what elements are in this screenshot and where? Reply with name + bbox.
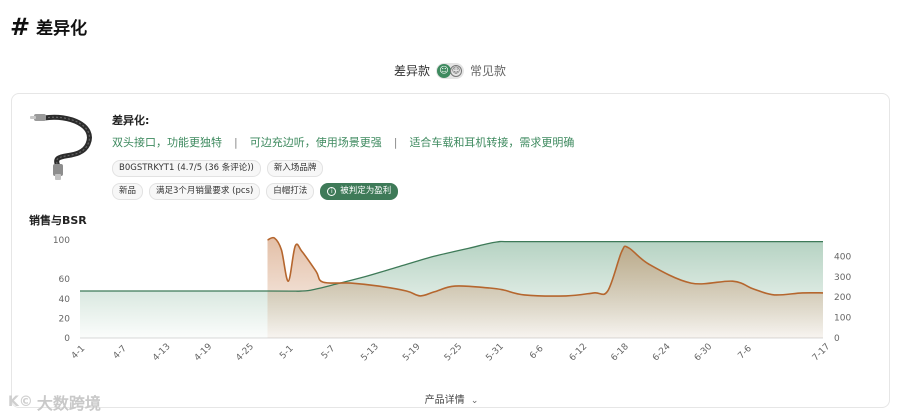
page-header: # 差异化 — [10, 12, 88, 41]
x-axis-tick: 4-25 — [234, 342, 256, 364]
x-axis-tick: 5-25 — [443, 342, 465, 364]
x-axis-tick: 4-1 — [70, 344, 87, 361]
left-axis-tick: 100 — [53, 236, 70, 246]
x-axis-tick: 6-18 — [609, 342, 631, 364]
sales-bsr-chart: 0 20 40 60 100 0 100 200 300 400 4-1 4-7 4-13 4-19 4-2… — [53, 236, 852, 364]
hash-icon: # — [10, 12, 31, 41]
watermark-logo-icon: K© — [8, 394, 33, 410]
right-axis-tick: 400 — [834, 252, 851, 262]
toggle-label-common[interactable]: 常见款 — [470, 62, 506, 79]
type-toggle-row: 差异款 ☺ ☺ 常见款 — [0, 62, 900, 79]
x-axis-tick: 6-24 — [651, 342, 673, 364]
product-card: 差异化: 双头接口，功能更独特 | 可边充边听，使用场景更强 | 适合车载和耳机… — [11, 93, 890, 408]
x-axis-tick: 5-1 — [278, 344, 295, 361]
x-axis-tick: 6-30 — [693, 342, 715, 364]
left-axis-tick: 20 — [59, 314, 71, 324]
x-axis-tick: 5-7 — [320, 344, 337, 361]
x-axis-tick: 7-17 — [811, 342, 833, 364]
right-axis-tick: 100 — [834, 314, 851, 324]
smile-outline-icon: ☺ — [450, 64, 462, 77]
toggle-label-differentiated[interactable]: 差异款 — [394, 62, 430, 79]
x-axis-tick: 5-31 — [484, 342, 506, 364]
smile-icon: ☺ — [437, 63, 451, 78]
watermark: K© 大数跨境 — [8, 390, 101, 414]
left-axis-tick: 60 — [59, 275, 71, 285]
x-axis-tick: 6-12 — [568, 342, 590, 364]
type-toggle-switch[interactable]: ☺ ☺ — [436, 62, 464, 79]
right-axis-tick: 300 — [834, 273, 851, 283]
x-axis-tick: 4-7 — [112, 344, 129, 361]
x-axis-tick: 7-6 — [736, 344, 754, 362]
x-axis-tick: 6-6 — [528, 344, 546, 362]
right-axis-tick: 0 — [834, 334, 840, 344]
watermark-text: 大数跨境 — [36, 394, 101, 413]
product-details-toggle[interactable]: 产品详情 ⌄ — [12, 391, 891, 406]
x-axis-tick: 4-13 — [151, 342, 173, 364]
x-axis-tick: 5-13 — [359, 342, 381, 364]
chevron-down-icon: ⌄ — [470, 396, 479, 406]
left-axis-tick: 0 — [64, 334, 70, 344]
page-title: 差异化 — [36, 19, 88, 39]
product-details-label: 产品详情 — [424, 395, 465, 406]
left-axis-tick: 40 — [59, 295, 71, 305]
x-axis-tick: 4-19 — [193, 342, 215, 364]
x-axis-tick: 5-19 — [401, 342, 423, 364]
right-axis-tick: 200 — [834, 293, 851, 303]
